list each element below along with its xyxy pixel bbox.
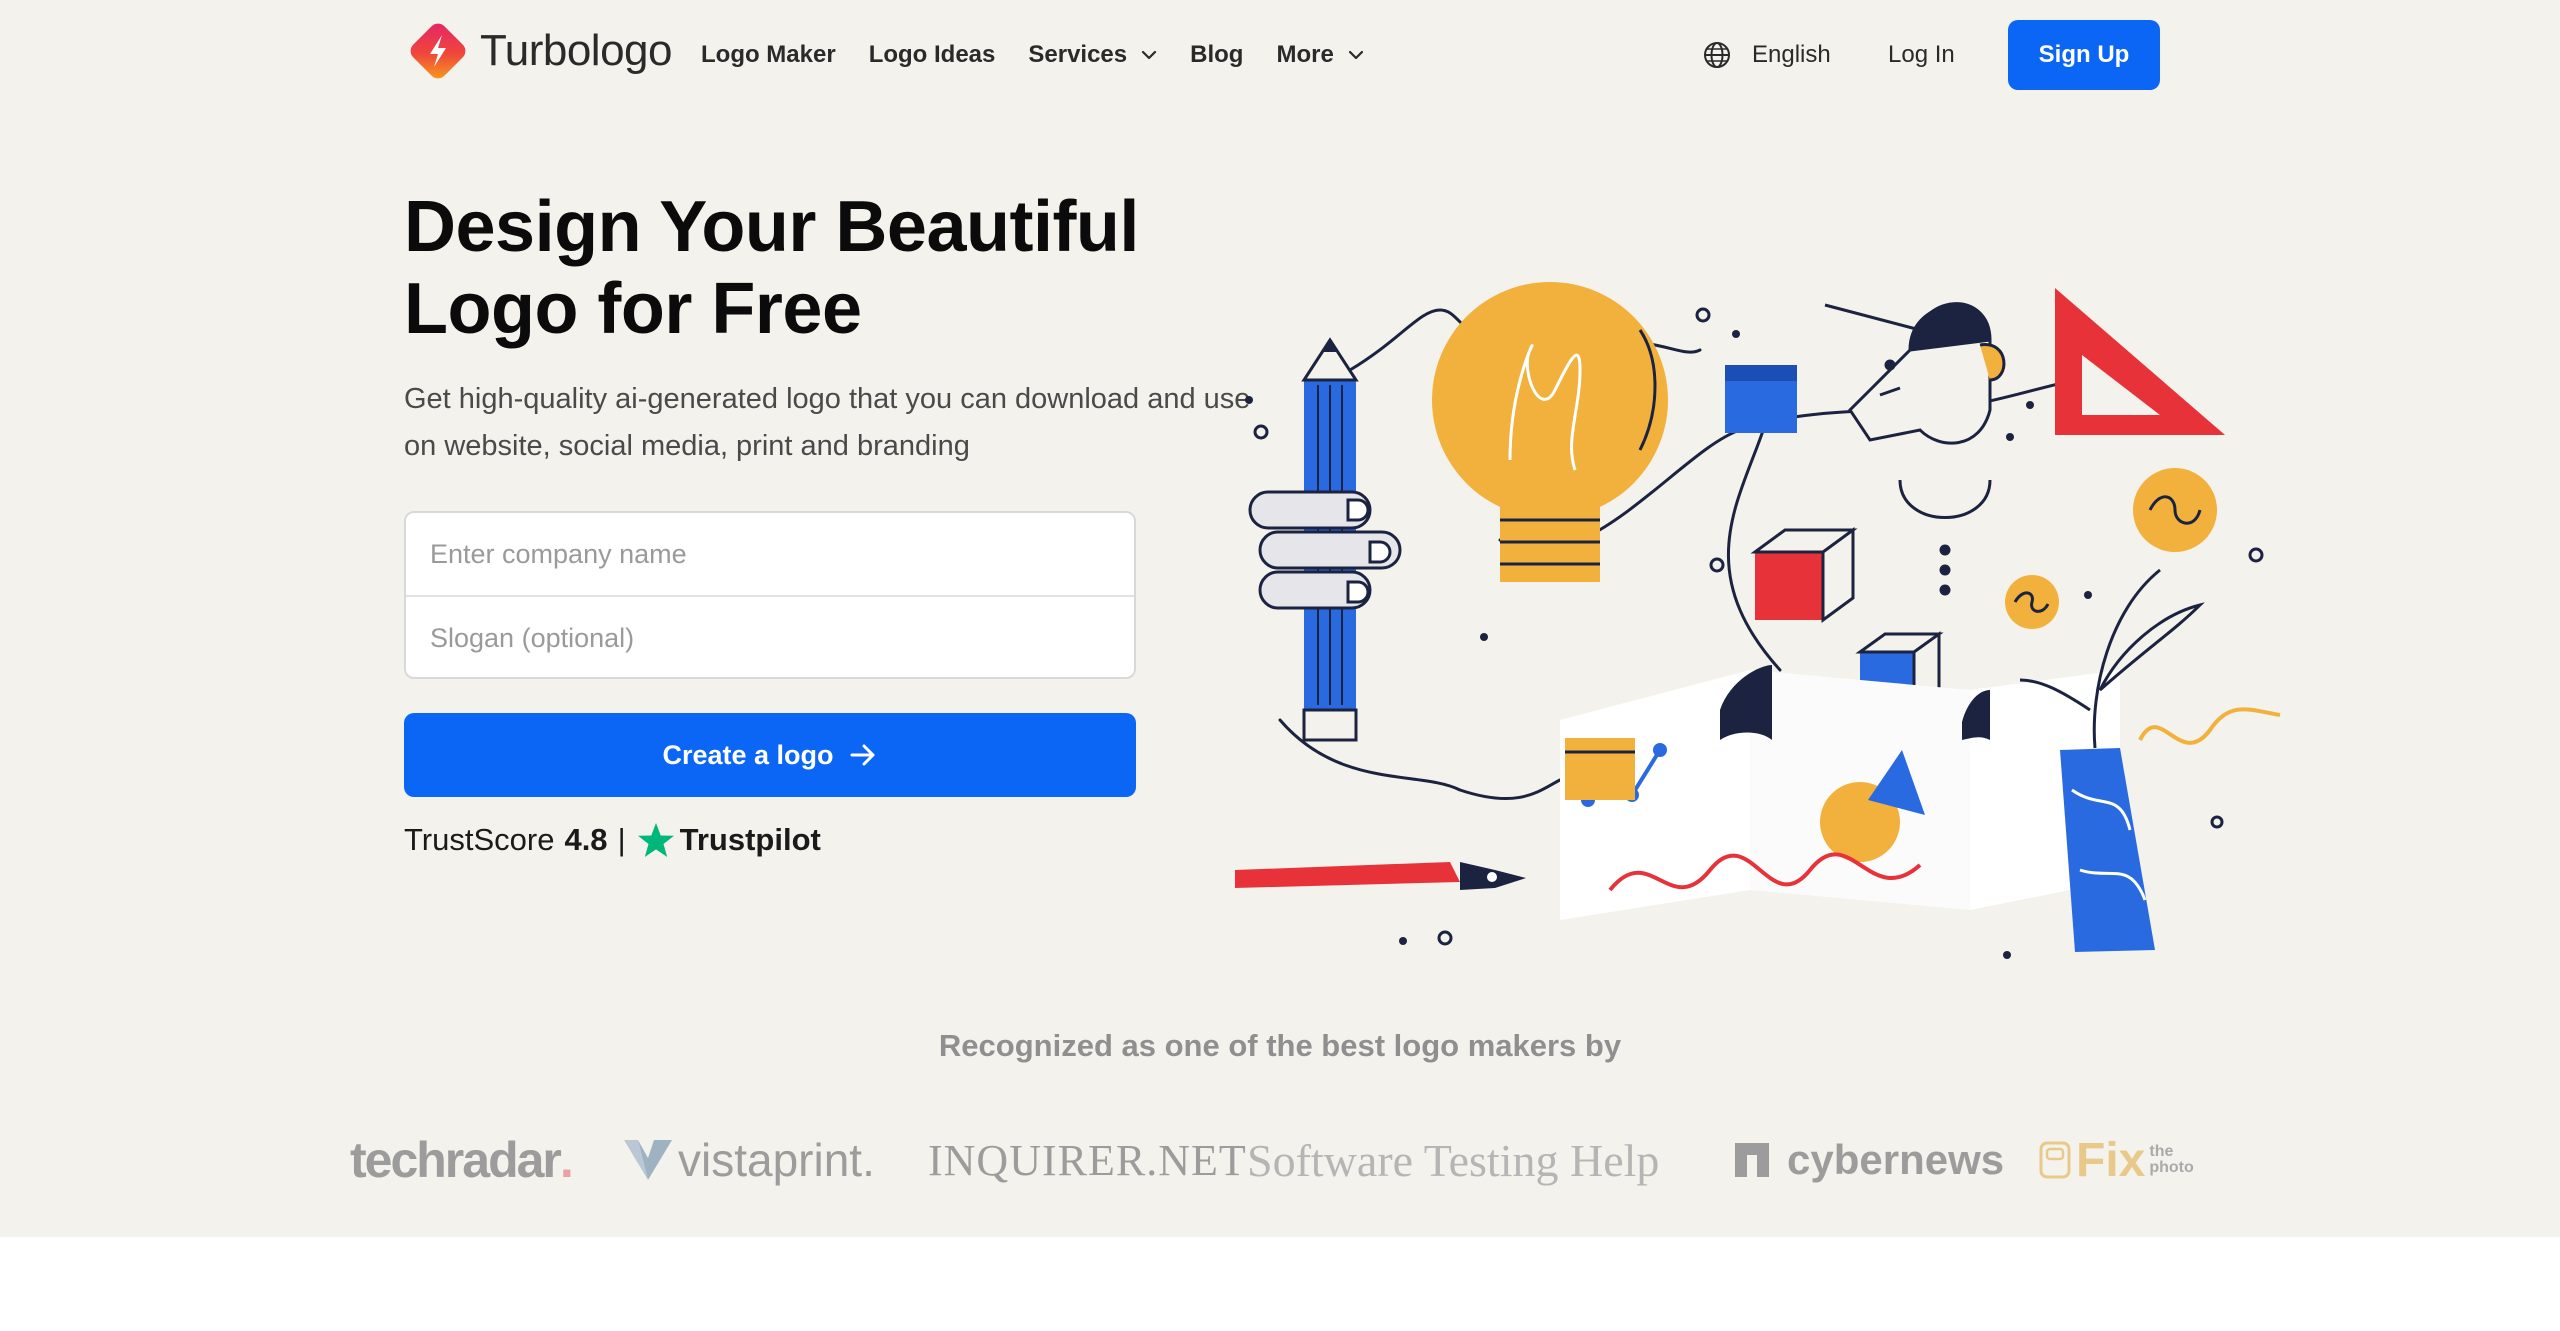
hero-headline: Design Your Beautiful Logo for Free <box>404 186 1304 350</box>
brand-name: Turbologo <box>480 26 673 75</box>
recognized-heading: Recognized as one of the best logo maker… <box>938 1028 1622 1063</box>
software-testing-help-logo: Software Testing Help <box>1247 1134 1660 1186</box>
nav-logo-ideas[interactable]: Logo Ideas <box>869 41 996 69</box>
trustscore-value: 4.8 <box>564 822 608 857</box>
headline-line-1: Design Your Beautiful <box>404 187 1139 267</box>
globe-icon <box>1704 42 1730 68</box>
nav-links: Logo Maker Logo Ideas Services Blog More <box>701 34 1397 76</box>
vistaprint-logo: vistaprint. <box>622 1120 875 1200</box>
trustpilot-rating[interactable]: TrustScore 4.8 | Trustpilot <box>404 818 821 862</box>
top-navigation: Turbologo Logo Maker Logo Ideas Services… <box>0 0 2560 110</box>
create-logo-label: Create a logo <box>662 739 834 770</box>
fix-subtext: the photo <box>2149 1143 2194 1176</box>
brand-logo[interactable]: Turbologo <box>404 16 673 86</box>
nav-logo-maker-label: Logo Maker <box>701 41 836 68</box>
pen-illustration <box>1235 862 1526 890</box>
techradar-text: techradar <box>350 1132 562 1188</box>
press-logos: techradar. vistaprint. INQUIRER.NET Soft… <box>0 1120 2560 1200</box>
language-label: English <box>1752 41 1831 68</box>
login-link[interactable]: Log In <box>1888 34 1955 76</box>
hand-illustration <box>1248 490 1402 610</box>
nav-more-label: More <box>1276 41 1334 68</box>
arrow-right-icon <box>850 744 875 766</box>
company-name-input[interactable] <box>406 513 1134 595</box>
ruler-illustration <box>2055 288 2225 435</box>
fixthephoto-logo: Fix the photo <box>2038 1120 2194 1200</box>
nav-services-label: Services <box>1028 41 1128 68</box>
trust-separator: | <box>617 822 626 857</box>
vistaprint-mark-icon <box>624 1140 672 1180</box>
nav-logo-maker[interactable]: Logo Maker <box>701 41 836 69</box>
nav-blog[interactable]: Blog <box>1190 41 1243 69</box>
chevron-down-icon <box>1348 50 1363 60</box>
trustscore-label: TrustScore <box>404 822 555 857</box>
paper-sheets <box>1560 665 2120 920</box>
logo-form <box>404 511 1136 679</box>
create-logo-button[interactable]: Create a logo <box>404 713 1136 797</box>
inquirer-logo: INQUIRER.NET <box>928 1135 1247 1185</box>
turbologo-logo-icon <box>410 23 466 79</box>
cybernews-logo: cybernews <box>1733 1120 2004 1200</box>
hero-subheadline: Get high-quality ai-generated logo that … <box>404 383 1251 462</box>
chevron-down-icon <box>1142 50 1157 60</box>
hero-illustration <box>1235 282 2281 959</box>
nav-logo-ideas-label: Logo Ideas <box>868 41 996 68</box>
trustpilot-star-icon <box>637 823 674 857</box>
lightbulb-illustration <box>1432 282 1668 582</box>
cybernews-text: cybernews <box>1787 1136 2005 1183</box>
headline-line-2: Logo for Free <box>404 269 862 349</box>
signup-button[interactable]: Sign Up <box>2008 20 2160 90</box>
slogan-input[interactable] <box>406 597 1134 679</box>
trustpilot-brand: Trustpilot <box>679 822 821 857</box>
fix-text: Fix <box>2076 1133 2146 1187</box>
fixthephoto-mark-icon <box>2039 1141 2071 1179</box>
techradar-dot: . <box>559 1132 574 1188</box>
yellow-note-shape <box>1565 738 1635 800</box>
language-selector[interactable]: English <box>1702 34 1831 76</box>
nav-services-dropdown[interactable]: Services <box>1028 41 1157 69</box>
hero-section: Turbologo Logo Maker Logo Ideas Services… <box>0 0 2560 1237</box>
cybernews-mark-icon <box>1735 1143 1769 1177</box>
vistaprint-text: vistaprint. <box>678 1134 875 1186</box>
cube-red <box>1750 527 1858 623</box>
nav-blog-label: Blog <box>1190 41 1244 68</box>
nav-more-dropdown[interactable]: More <box>1276 41 1363 69</box>
techradar-logo: techradar. <box>350 1120 574 1200</box>
